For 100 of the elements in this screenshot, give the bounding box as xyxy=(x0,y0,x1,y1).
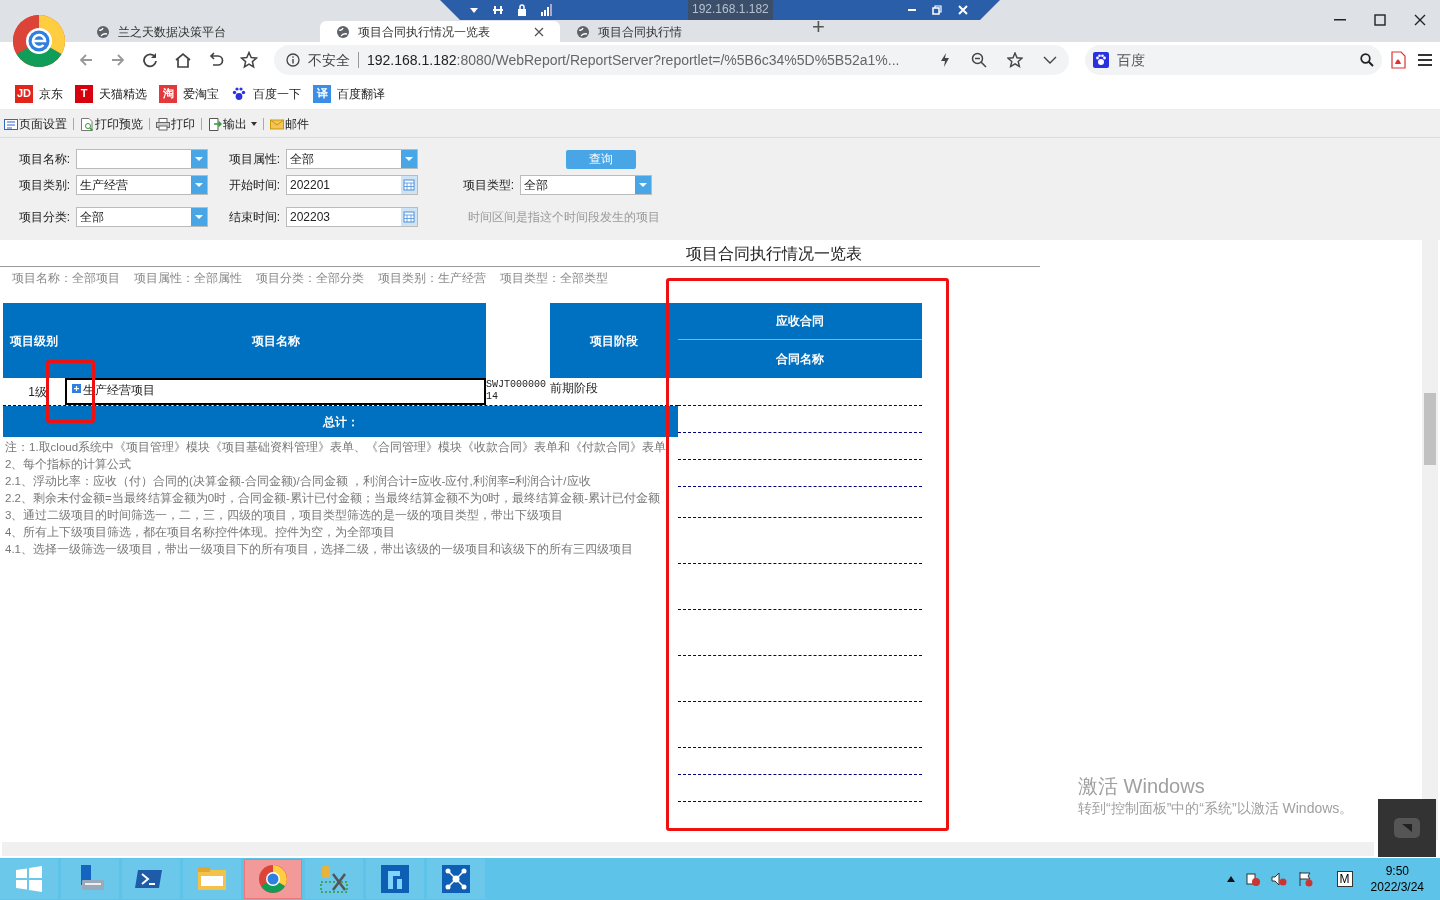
globe-icon xyxy=(336,24,350,39)
bookmark-label: 百度一下 xyxy=(253,85,301,103)
filter-summary: 项目属性：全部属性 xyxy=(134,270,242,287)
activation-title: 激活 Windows xyxy=(1078,774,1206,798)
bookmark-badge: T xyxy=(75,84,93,103)
column-header: 项目阶段 xyxy=(550,303,678,378)
back-icon[interactable] xyxy=(78,52,94,68)
toolbar-item[interactable]: 打印 xyxy=(156,114,195,133)
bookmark-badge: JD xyxy=(15,84,33,103)
zoom-icon[interactable] xyxy=(970,52,987,68)
note-text: 2、每个指标的计算公式 xyxy=(5,457,133,472)
calendar-icon xyxy=(401,208,417,226)
minimize-icon[interactable] xyxy=(1334,19,1346,21)
toolbar-icon xyxy=(270,116,284,131)
highlight-rectangle xyxy=(46,360,95,423)
column-header: 项目级别 xyxy=(3,303,65,378)
filter-summary: 项目分类：全部分类 xyxy=(256,270,364,287)
flag-icon[interactable] xyxy=(1296,871,1313,887)
toolbar-item[interactable]: 输出 xyxy=(208,114,257,133)
table-cell-text: 1级 xyxy=(27,383,48,401)
group-header: 应收合同 xyxy=(678,303,922,340)
browser-tab[interactable]: 项目合同执行情 xyxy=(560,21,800,42)
note-text: 2.1、浮动比率：应收（付）合同的(决算金额-合同金额)/合同金额 ，利润合计=应收-应付,利润率=利润合计/应收 xyxy=(5,474,592,489)
filter-summary: 项目类别：生产经营 xyxy=(378,270,486,287)
star-icon[interactable] xyxy=(1006,52,1023,68)
menu-icon[interactable] xyxy=(1418,54,1432,66)
info-icon xyxy=(286,53,300,67)
toolbar-label: 邮件 xyxy=(285,115,309,133)
date-field[interactable]: 202203 xyxy=(286,207,418,227)
lightning-icon[interactable] xyxy=(938,52,951,68)
maximize-icon[interactable] xyxy=(1374,14,1386,26)
clock[interactable]: 9:50 2022/3/24 xyxy=(1370,863,1424,895)
toolbar-label: 打印 xyxy=(171,115,195,133)
filter-summary: 项目名称：全部项目 xyxy=(12,270,120,287)
dropdown-field[interactable]: 生产经营 xyxy=(76,175,208,195)
dropdown-field[interactable]: 全部 xyxy=(76,207,208,227)
forward-icon[interactable] xyxy=(110,52,126,68)
clock-time: 9:50 xyxy=(1385,863,1409,879)
field-label: 项目名称: xyxy=(17,151,70,168)
signal-icon xyxy=(540,4,552,16)
home-icon[interactable] xyxy=(174,52,192,68)
dropdown-field[interactable]: 全部 xyxy=(286,149,418,169)
undo-icon[interactable] xyxy=(208,52,224,68)
close-icon xyxy=(534,26,544,37)
restore-icon xyxy=(932,5,942,15)
note-text: 4.1、选择一级筛选一级项目，带出一级项目下的所有项目，选择二级，带出该级的一级项目和该级下的所有三四级项目 xyxy=(5,542,634,557)
close-icon[interactable] xyxy=(1414,14,1426,26)
toolbar-item[interactable]: 邮件 xyxy=(270,114,309,133)
star-icon[interactable] xyxy=(240,51,258,69)
app-icon[interactable] xyxy=(378,862,412,896)
field-label: 项目类别: xyxy=(17,177,70,194)
bookmark[interactable]: 译 百度翻译 xyxy=(313,84,385,103)
pdf-icon[interactable] xyxy=(1390,51,1406,69)
up-arrow-icon xyxy=(1226,876,1235,882)
bookmark[interactable]: 百度一下 xyxy=(231,84,301,103)
note-text: 3、通过二级项目的时间筛选一，二，三，四级的项目，项目类型筛选的是一级的项目类型，带出下级项目 xyxy=(5,508,565,523)
chevron-down-icon[interactable] xyxy=(1042,55,1057,65)
bookmark[interactable]: JD 京东 xyxy=(15,84,63,103)
power-icon[interactable] xyxy=(1244,871,1261,887)
date-field[interactable]: 202201 xyxy=(286,175,418,195)
search-field[interactable]: 百度 xyxy=(1084,45,1382,75)
note-text: 4、所有上下级项目筛选，都在项目名称控件体现。控件为空，为全部项目 xyxy=(5,525,397,540)
ime-indicator[interactable]: M xyxy=(1336,871,1353,887)
field-label: 项目类型: xyxy=(461,177,514,194)
note-text: 注：1.取cloud系统中《项目管理》模块《项目基础资料管理》表单、《合同管理》模块《收款合同》表单和《付款合同》表单 xyxy=(5,440,668,455)
bookmark-label: 爱淘宝 xyxy=(183,85,219,103)
bookmark[interactable]: T 天猫精选 xyxy=(75,84,147,103)
search-engine-label: 百度 xyxy=(1116,50,1146,70)
reload-icon[interactable] xyxy=(142,52,158,68)
bookmark-label: 天猫精选 xyxy=(99,85,147,103)
close-icon xyxy=(958,5,968,15)
toolbar-icon xyxy=(208,116,222,131)
new-tab-button[interactable]: + xyxy=(812,16,825,38)
bookmark[interactable]: 淘 爱淘宝 xyxy=(159,84,219,103)
bookmark-badge: 译 xyxy=(313,84,331,103)
dropdown-field[interactable]: 全部 xyxy=(520,175,652,195)
expand-icon[interactable] xyxy=(72,384,81,393)
table-cell-text: SWJT00000014 xyxy=(486,378,547,404)
browser-tab[interactable]: 项目合同执行情况一览表 xyxy=(320,21,560,42)
volume-icon[interactable] xyxy=(1270,871,1287,887)
toolbar-icon xyxy=(4,116,18,131)
field-label: 项目分类: xyxy=(17,209,70,226)
column-header: 项目名称 xyxy=(65,303,486,378)
tab-title: 兰之天数据决策平台 xyxy=(118,23,227,41)
browser-icon[interactable] xyxy=(256,862,290,896)
minimize-icon xyxy=(908,9,916,11)
calendar-icon xyxy=(401,176,417,194)
toolbar-item[interactable]: 页面设置 xyxy=(4,114,67,133)
toolbar-icon xyxy=(156,116,170,131)
filter-summary: 项目类型：全部类型 xyxy=(500,270,608,287)
network-icon[interactable] xyxy=(439,862,473,896)
toolbar-item[interactable]: 打印预览 xyxy=(80,114,143,133)
globe-icon xyxy=(576,24,590,39)
address-bar[interactable]: 不安全 192.168.1.182:8080/WebReport/ReportServer?reportlet=/%5B6c34%5D%5B52a1%... xyxy=(274,45,1069,75)
browser-tab[interactable]: 兰之天数据决策平台 xyxy=(80,21,320,42)
bookmark-label: 京东 xyxy=(39,85,63,103)
dropdown-field[interactable] xyxy=(76,149,208,169)
bookmark-label: 百度翻译 xyxy=(337,85,385,103)
hint-text: 时间区间是指这个时间段发生的项目 xyxy=(468,209,660,226)
total-row: 总计： xyxy=(3,406,678,437)
